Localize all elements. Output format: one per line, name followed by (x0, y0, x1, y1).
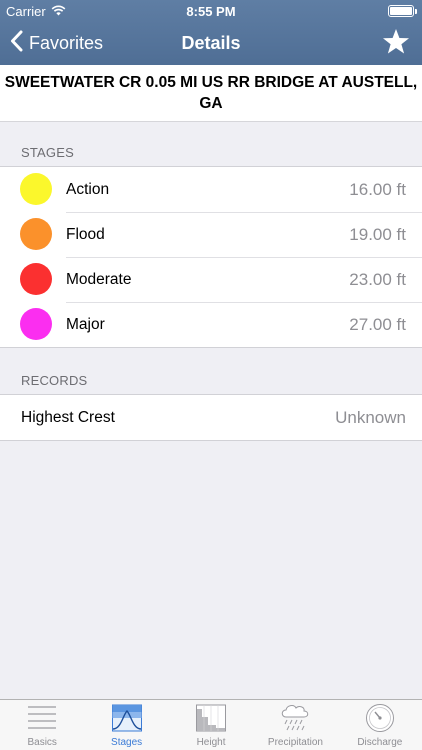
stages-list: Action 16.00 ft Flood 19.00 ft Moderate … (0, 166, 422, 348)
stage-row-action: Action 16.00 ft (0, 167, 422, 212)
record-value: Unknown (335, 407, 406, 427)
tab-stages[interactable]: Stages (84, 700, 168, 750)
stages-header: STAGES (21, 145, 74, 160)
stage-row-moderate: Moderate 23.00 ft (0, 257, 422, 302)
tab-bar: Basics Stages Height Precipitation Disch… (0, 699, 422, 750)
tab-label: Height (196, 737, 226, 748)
tab-label: Precipitation (267, 737, 323, 748)
stage-row-major: Major 27.00 ft (0, 302, 422, 347)
record-label: Highest Crest (21, 408, 115, 426)
stage-label: Flood (66, 225, 105, 243)
page-title: Details (181, 33, 241, 53)
navigation-bar: Favorites Details (0, 22, 422, 65)
top-bar: Carrier 8:55 PM Favorites Details (0, 0, 422, 65)
tab-label: Discharge (357, 737, 403, 748)
favorite-button[interactable] (382, 28, 410, 60)
record-row-highest-crest: Highest Crest Unknown (0, 395, 422, 440)
stage-color-dot (20, 218, 52, 250)
stage-graph-icon (111, 703, 142, 733)
stage-value: 27.00 ft (349, 314, 406, 334)
tab-discharge[interactable]: Discharge (338, 700, 422, 750)
stage-color-dot (20, 173, 52, 205)
list-lines-icon (27, 703, 57, 733)
stage-value: 23.00 ft (349, 269, 406, 289)
stage-label: Moderate (66, 270, 132, 288)
clock: 8:55 PM (186, 4, 236, 19)
stage-color-dot (20, 308, 52, 340)
battery-icon (388, 5, 417, 17)
rain-cloud-icon (279, 703, 311, 733)
tab-basics[interactable]: Basics (0, 700, 84, 750)
tab-label: Basics (27, 737, 57, 748)
battery-fill (390, 7, 412, 15)
stage-value: 16.00 ft (349, 179, 406, 199)
star-icon (382, 29, 410, 59)
status-bar: Carrier 8:55 PM (0, 0, 422, 22)
stage-label: Action (66, 180, 110, 198)
tab-label: Stages (111, 737, 143, 748)
records-list: Highest Crest Unknown (0, 394, 422, 441)
tab-height[interactable]: Height (169, 700, 253, 750)
station-name: SWEETWATER CR 0.05 MI US RR BRIDGE AT AU… (0, 65, 422, 122)
height-chart-icon (196, 703, 227, 733)
stage-row-flood: Flood 19.00 ft (0, 212, 422, 257)
stage-value: 19.00 ft (349, 224, 406, 244)
gauge-icon (365, 703, 395, 733)
records-header: RECORDS (21, 373, 88, 388)
tab-precipitation[interactable]: Precipitation (253, 700, 337, 750)
stage-label: Major (66, 315, 105, 333)
stage-color-dot (20, 263, 52, 295)
